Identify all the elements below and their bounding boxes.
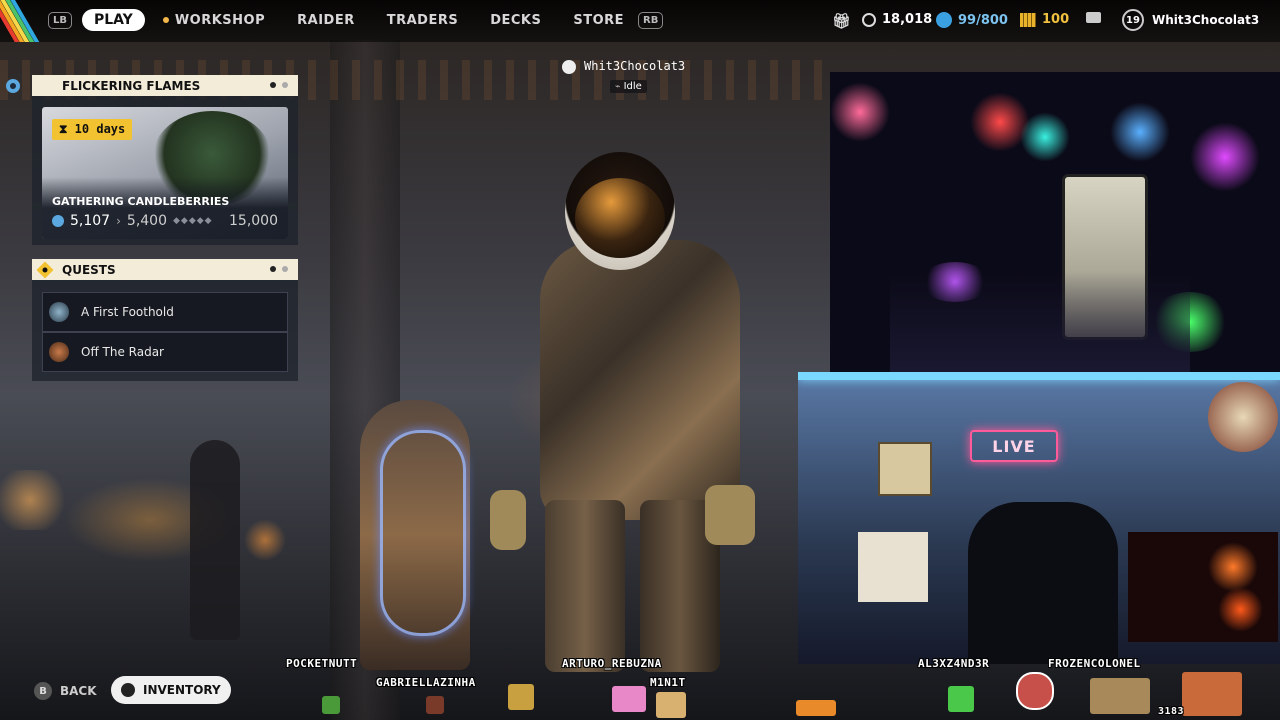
chatter-sprite bbox=[1182, 672, 1242, 716]
page-dots bbox=[270, 266, 288, 272]
main-nav: LB PLAY WORKSHOP RAIDER TRADERS DECKS ST… bbox=[48, 9, 664, 31]
quest-giver-avatar bbox=[49, 302, 69, 322]
quests-panel-header: QUESTS bbox=[32, 259, 298, 280]
gaming-chair bbox=[968, 502, 1118, 664]
tab-workshop[interactable]: WORKSHOP bbox=[175, 13, 265, 28]
player-status: Idle bbox=[623, 81, 642, 92]
level-badge: 19 bbox=[1122, 9, 1144, 31]
crown-icon bbox=[562, 60, 576, 74]
username-label: Whit3Chocolat3 bbox=[1152, 13, 1260, 27]
status-badge: ⌁ Idle bbox=[610, 80, 647, 93]
chatter-avatar bbox=[1016, 672, 1054, 710]
lb-bumper-hint: LB bbox=[48, 11, 72, 29]
event-panel-title: FLICKERING FLAMES bbox=[62, 78, 201, 93]
timer-value: 10 days bbox=[74, 122, 126, 136]
quest-label: A First Foothold bbox=[81, 305, 174, 319]
chatter-sprite bbox=[948, 686, 974, 712]
candle-glow bbox=[0, 470, 80, 530]
live-sign-text: LIVE bbox=[992, 436, 1036, 456]
chatter-sprite bbox=[656, 692, 686, 718]
pixel-art-frame bbox=[858, 532, 928, 602]
controller-icon: ⌁ bbox=[615, 82, 621, 92]
chatter-sprite bbox=[426, 696, 444, 714]
quest-item[interactable]: Off The Radar bbox=[42, 332, 288, 372]
diamond-icon bbox=[36, 261, 54, 279]
credits-display: 18,018 bbox=[862, 12, 932, 27]
rb-bumper-hint: RB bbox=[638, 11, 664, 29]
player-nameplate: Whit3Chocolat3 ⌁ Idle bbox=[562, 58, 702, 98]
mail-button[interactable] bbox=[1086, 12, 1101, 23]
brand-stripes bbox=[0, 0, 42, 42]
view-button-icon bbox=[121, 683, 135, 697]
framed-poster bbox=[878, 442, 932, 496]
credits-value: 18,018 bbox=[882, 12, 933, 27]
back-button[interactable]: B BACK bbox=[34, 682, 97, 700]
page-dots bbox=[270, 82, 288, 88]
event-panel-header: FLICKERING FLAMES bbox=[6, 75, 298, 96]
milestone-dots: ◆◆◆◆◆ bbox=[173, 216, 213, 226]
back-label: BACK bbox=[60, 684, 97, 698]
inventory-label: INVENTORY bbox=[143, 683, 221, 697]
quest-giver-avatar bbox=[49, 342, 69, 362]
event-panel[interactable]: FLICKERING FLAMES ⧗ 10 days GATHERING CA… bbox=[6, 75, 298, 245]
gift-button[interactable]: 🎁︎ bbox=[832, 12, 851, 30]
tab-traders[interactable]: TRADERS bbox=[387, 13, 458, 28]
gear-icon bbox=[52, 215, 64, 227]
chatter-name: POCKETNUTT bbox=[286, 657, 358, 670]
b-button-icon: B bbox=[34, 682, 52, 700]
overlay-counter: 3183 bbox=[1158, 706, 1185, 717]
event-current-value: 5,107 bbox=[70, 213, 111, 229]
profile-button[interactable]: 19 Whit3Chocolat3 bbox=[1122, 9, 1259, 31]
gift-icon: 🎁︎ bbox=[832, 12, 852, 30]
coin-stack-icon bbox=[1020, 12, 1036, 27]
tab-raider[interactable]: RAIDER bbox=[297, 13, 355, 28]
top-navigation-bar: LB PLAY WORKSHOP RAIDER TRADERS DECKS ST… bbox=[0, 0, 1280, 42]
neon-cable bbox=[380, 430, 466, 636]
inventory-button[interactable]: INVENTORY bbox=[111, 676, 231, 704]
event-next-value: 5,400 bbox=[126, 213, 167, 229]
credits-icon bbox=[862, 12, 876, 27]
chatter-sprite bbox=[322, 696, 340, 714]
chatter-name: ARTURO_REBUZNA bbox=[562, 657, 662, 670]
chevron-right-icon: › bbox=[116, 214, 121, 228]
capacity-display: 99/800 bbox=[936, 12, 1008, 28]
player-name: Whit3Chocolat3 bbox=[584, 59, 686, 73]
capacity-value: 99/800 bbox=[958, 12, 1008, 28]
chatter-sprite bbox=[1090, 678, 1150, 714]
quests-panel-title: QUESTS bbox=[62, 262, 116, 277]
quests-panel: QUESTS A First Foothold Off The Radar bbox=[32, 259, 298, 381]
coins-value: 100 bbox=[1042, 12, 1070, 27]
event-card[interactable]: ⧗ 10 days GATHERING CANDLEBERRIES 5,107 … bbox=[42, 107, 288, 239]
chatter-sprite bbox=[612, 686, 646, 712]
gear-icon bbox=[6, 79, 20, 93]
quest-item[interactable]: A First Foothold bbox=[42, 292, 288, 332]
chatter-name: AL3XZ4ND3R bbox=[918, 657, 990, 670]
dartboard bbox=[1208, 382, 1278, 452]
webcam-feed-streamer: LIVE bbox=[798, 372, 1280, 664]
timer-badge: ⧗ 10 days bbox=[52, 119, 133, 140]
tab-play[interactable]: PLAY bbox=[82, 9, 145, 31]
chatter-name: M1N1T bbox=[650, 676, 686, 689]
tab-decks[interactable]: DECKS bbox=[490, 13, 541, 28]
pc-case bbox=[1128, 532, 1278, 642]
chatter-sprite bbox=[796, 700, 836, 716]
notification-dot-icon bbox=[162, 17, 169, 23]
hourglass-icon: ⧗ bbox=[59, 122, 68, 136]
coins-display: 100 bbox=[1020, 12, 1069, 27]
candle-glow bbox=[240, 520, 290, 560]
capacity-icon bbox=[936, 12, 952, 28]
background-figure bbox=[190, 440, 240, 640]
event-progress-row: 5,107 › 5,400 ◆◆◆◆◆ 15,000 bbox=[52, 213, 278, 229]
quest-label: Off The Radar bbox=[81, 345, 164, 359]
tab-store[interactable]: STORE bbox=[573, 13, 624, 28]
event-max-value: 15,000 bbox=[229, 213, 278, 229]
event-name: GATHERING CANDLEBERRIES bbox=[52, 195, 230, 208]
chatter-name: FROZENCOLONEL bbox=[1048, 657, 1141, 670]
chatter-sprite bbox=[508, 684, 534, 710]
live-neon-sign: LIVE bbox=[970, 430, 1058, 462]
mail-icon bbox=[1086, 12, 1101, 23]
chatter-name: GABRIELLAZINHA bbox=[376, 676, 476, 689]
webcam-feed-setup bbox=[830, 72, 1280, 372]
